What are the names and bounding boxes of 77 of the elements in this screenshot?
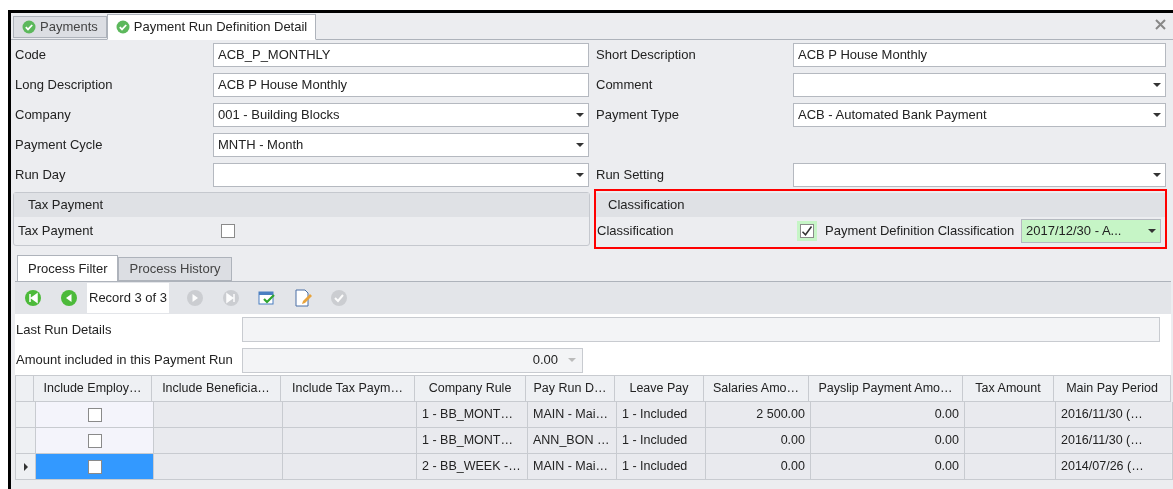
- table-cell-text: 0.00: [934, 432, 959, 450]
- tab[interactable]: Payment Run Definition Detail: [106, 14, 317, 40]
- table-cell-text: 1 - Included: [622, 406, 688, 424]
- input-field[interactable]: ACB P House Monthly: [793, 43, 1166, 67]
- close-icon: [1155, 19, 1166, 30]
- field-label: Payment Definition Classification: [825, 222, 1016, 241]
- edit-document-icon: [294, 289, 313, 307]
- field-label: Last Run Details: [15, 320, 113, 339]
- field-label: Run Setting: [595, 166, 665, 185]
- dropdown-field[interactable]: MNTH - Month: [213, 133, 589, 157]
- next-record-icon: [186, 289, 205, 307]
- previous-record-icon: [60, 289, 78, 307]
- field-label: Classification: [597, 222, 675, 241]
- tab[interactable]: Process History: [118, 257, 232, 281]
- row-indicator-icon: [23, 462, 28, 471]
- dropdown-arrow-icon: [1153, 173, 1161, 177]
- check-circle-icon: [22, 20, 36, 34]
- table-cell-text: 2 500.00: [756, 406, 805, 424]
- table-cell-text: MAIN - Mai…: [533, 458, 608, 476]
- checkbox[interactable]: [797, 221, 817, 241]
- dropdown-arrow-icon: [576, 173, 584, 177]
- dropdown-arrow-icon: [568, 358, 576, 362]
- record-counter: Record 3 of 3: [87, 283, 170, 313]
- first-record-icon: [24, 289, 42, 307]
- field-label: Payment Cycle: [14, 136, 104, 155]
- table-cell-text: 1 - BB_MONT…: [422, 406, 513, 424]
- dropdown-arrow-icon: [576, 113, 584, 117]
- input-field[interactable]: [242, 317, 1160, 342]
- table-cell-text: 2 - BB_WEEK -…: [422, 458, 521, 476]
- table-cell-text: 0.00: [934, 406, 959, 424]
- table-cell-text: 0.00: [780, 432, 805, 450]
- dropdown-arrow-icon: [1153, 113, 1161, 117]
- input-field[interactable]: ACB P House Monthly: [213, 73, 589, 97]
- tab[interactable]: Payments: [13, 16, 107, 38]
- table-cell-text: 0.00: [780, 458, 805, 476]
- last-record-icon: [222, 289, 241, 307]
- table-cell-text: ANN_BON …: [533, 432, 610, 450]
- field-label: Run Day: [14, 166, 67, 185]
- dropdown-field[interactable]: 2017/12/30 - A...: [1021, 219, 1161, 243]
- dropdown-arrow-icon: [576, 143, 584, 147]
- field-label: Payment Type: [595, 106, 680, 125]
- field-label: Short Description: [595, 46, 697, 65]
- dropdown-field[interactable]: [793, 73, 1166, 97]
- group-title: Tax Payment: [28, 196, 104, 215]
- field-label: Code: [14, 46, 48, 65]
- table-cell-text: 2016/11/30 (…: [1061, 432, 1143, 450]
- dropdown-field[interactable]: ACB - Automated Bank Payment: [793, 103, 1166, 127]
- input-field[interactable]: ACB_P_MONTHLY: [213, 43, 589, 67]
- table-cell-text: 2016/11/30 (…: [1061, 406, 1143, 424]
- check-circle-icon: [115, 20, 130, 34]
- field-label: Tax Payment: [18, 222, 95, 241]
- table-cell-text: 1 - Included: [622, 432, 688, 450]
- close-button[interactable]: [1155, 19, 1167, 31]
- field-label: Company: [14, 106, 72, 125]
- group-title: Classification: [608, 196, 685, 215]
- table-cell-text: 2014/07/26 (…: [1061, 458, 1144, 476]
- table-cell-text: 1 - BB_MONT…: [422, 432, 513, 450]
- checkbox[interactable]: [218, 221, 238, 241]
- field-label: Amount included in this Payment Run: [15, 351, 234, 370]
- table-cell-text: 1 - Included: [622, 458, 688, 476]
- checkmark-icon: [801, 224, 813, 238]
- check-circle-icon: [330, 289, 349, 307]
- dropdown-field[interactable]: 001 - Building Blocks: [213, 103, 589, 127]
- calendar-check-icon: [258, 289, 277, 307]
- dropdown-field[interactable]: 0.00: [242, 347, 583, 373]
- table-cell-text: MAIN - Mai…: [533, 406, 608, 424]
- dropdown-arrow-icon: [1148, 229, 1156, 233]
- table-cell-text: 0.00: [934, 458, 959, 476]
- tab[interactable]: Process Filter: [17, 255, 119, 282]
- table-row[interactable]: 1 - BB_MONT… ANN_BON … 1 - Included 0.00 0.00 2016/11/30 (…: [16, 428, 1171, 454]
- table-row[interactable]: 2 - BB_WEEK -… MAIN - Mai… 1 - Included 0.00 0.00 2014/07/26 (…: [16, 454, 1171, 480]
- field-label: Comment: [595, 76, 654, 95]
- dropdown-field[interactable]: [793, 163, 1166, 187]
- table-row[interactable]: 1 - BB_MONT… MAIN - Mai… 1 - Included 2 500.00 0.00 2016/11/30 (…: [16, 402, 1171, 428]
- field-label: Long Description: [14, 76, 114, 95]
- dropdown-arrow-icon: [1153, 83, 1161, 87]
- dropdown-field[interactable]: [213, 163, 589, 187]
